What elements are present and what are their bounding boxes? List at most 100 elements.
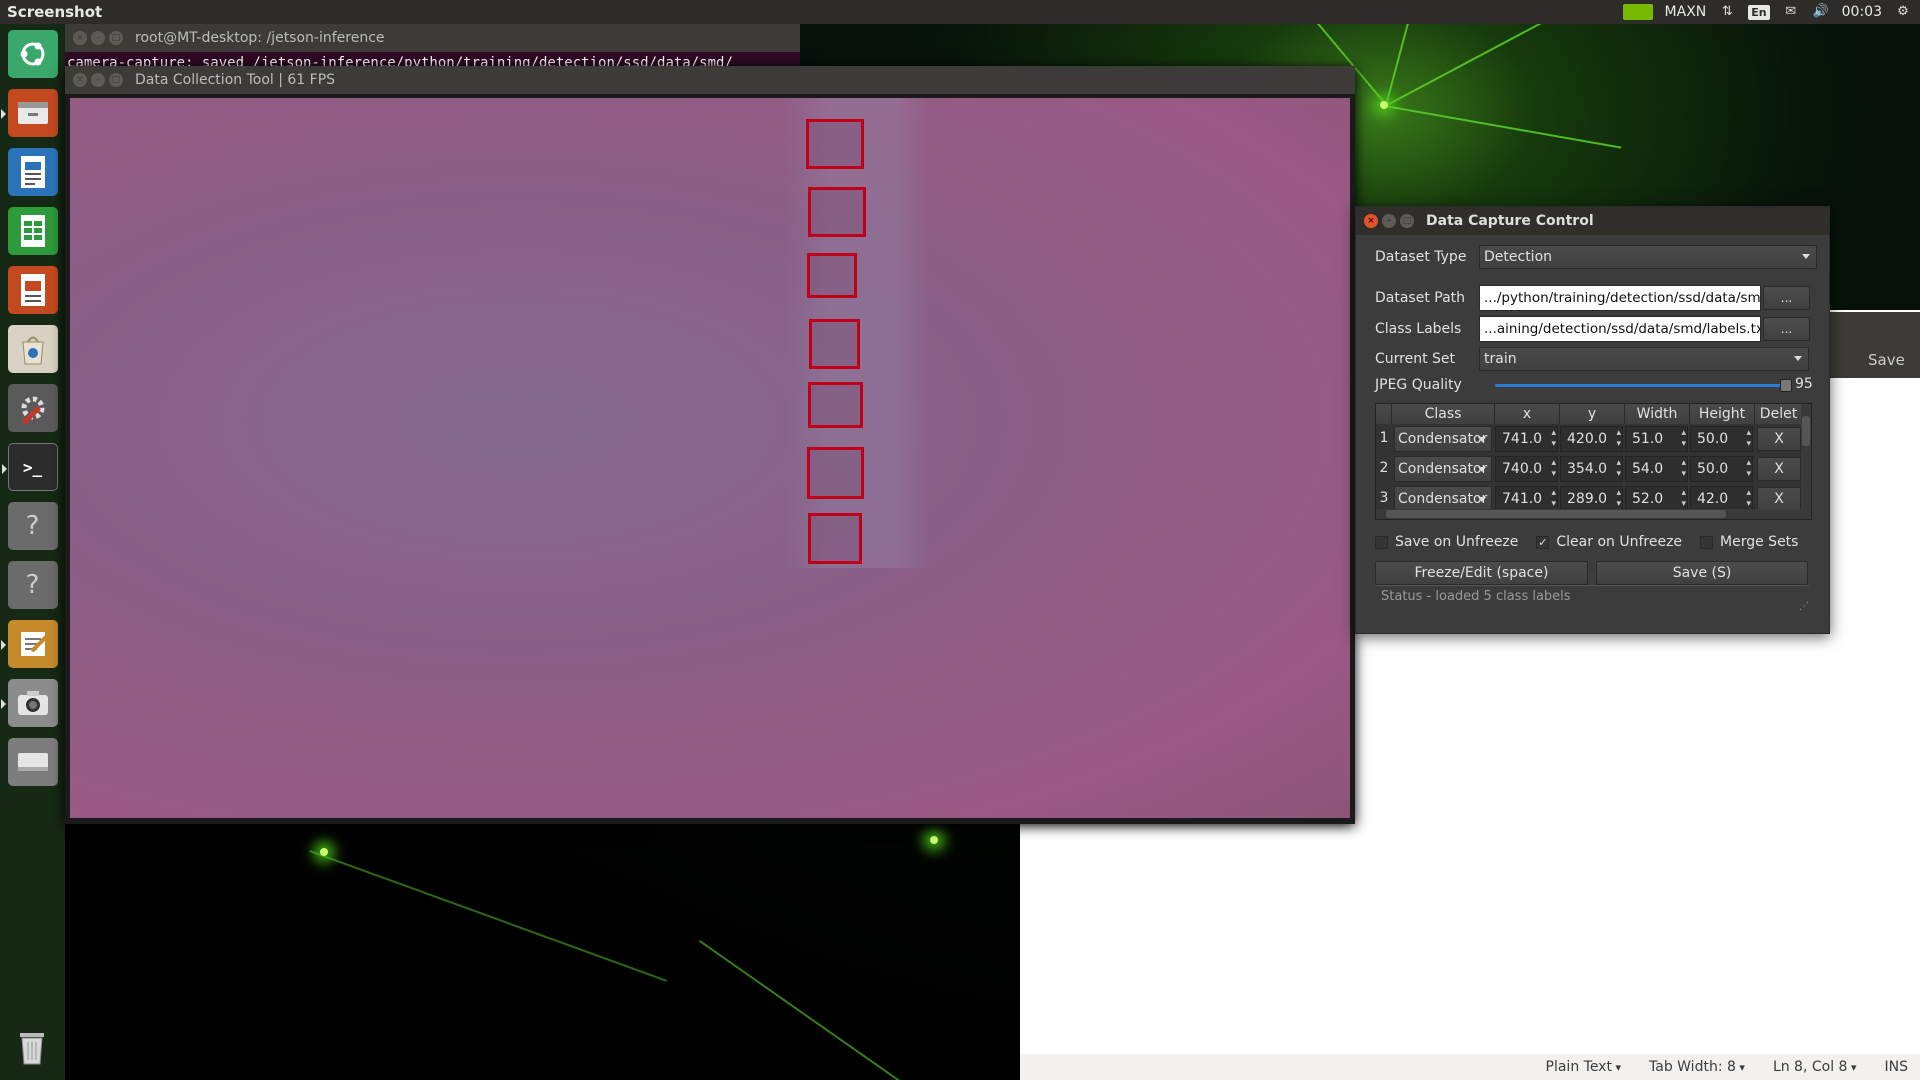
browse-class-labels-button[interactable]: ... — [1763, 317, 1810, 341]
minimize-icon[interactable]: – — [91, 31, 105, 45]
delete-row-button[interactable]: X — [1757, 427, 1801, 451]
delete-row-button[interactable]: X — [1757, 457, 1801, 481]
nvidia-icon[interactable] — [1622, 4, 1653, 20]
save-button[interactable]: Save — [1868, 351, 1905, 369]
system-settings-icon[interactable] — [7, 384, 58, 432]
data-capture-control-window[interactable]: × – □ Data Capture Control Dataset Type … — [1355, 206, 1830, 634]
disk-icon[interactable] — [7, 738, 58, 786]
cursor-position[interactable]: Ln 8, Col 8 — [1773, 1059, 1857, 1075]
calc-icon[interactable] — [7, 207, 58, 255]
camera-feed[interactable] — [70, 98, 1350, 818]
current-set-value: train — [1484, 351, 1517, 367]
top-panel: Screenshot MAXN ⇅ En ✉ 🔊 00:03 ⚙ — [0, 0, 1920, 24]
language-selector[interactable]: Plain Text — [1546, 1059, 1621, 1075]
dataset-path-row: Dataset Path .../python/training/detecti… — [1375, 285, 1810, 311]
bounding-box[interactable] — [806, 119, 864, 169]
width-spinbox[interactable]: 54.0 — [1625, 456, 1688, 482]
checkbox-box[interactable]: ✓ — [1536, 535, 1550, 549]
volume-icon[interactable]: 🔊 — [1812, 4, 1830, 20]
jpeg-quality-value: 95 — [1795, 376, 1813, 392]
class-labels-field[interactable]: ...aining/detection/ssd/data/smd/labels.… — [1479, 316, 1761, 342]
column-header-width[interactable]: Width — [1625, 404, 1690, 424]
jpeg-quality-slider[interactable] — [1495, 384, 1785, 387]
class-labels-label: Class Labels — [1375, 321, 1462, 337]
maximize-icon[interactable]: □ — [109, 73, 123, 87]
keyboard-language-indicator[interactable]: En — [1748, 4, 1770, 20]
close-icon[interactable]: × — [1364, 214, 1378, 228]
column-header-height[interactable]: Height — [1690, 404, 1755, 424]
maximize-icon[interactable]: □ — [1400, 214, 1414, 228]
column-header-class[interactable]: Class — [1392, 404, 1495, 424]
x-spinbox[interactable]: 741.0 — [1495, 426, 1558, 452]
network-icon[interactable]: ⇅ — [1718, 4, 1736, 20]
mail-icon[interactable]: ✉ — [1782, 4, 1800, 20]
terminal-titlebar[interactable]: × – □ root@MT-desktop: /jetson-inference — [65, 24, 800, 52]
trash-icon[interactable] — [7, 1024, 57, 1072]
tab-width-selector[interactable]: Tab Width: 8 — [1649, 1059, 1745, 1075]
table-row: 3 Condensator 741.0 289.0 52.0 42.0 X — [1376, 484, 1803, 512]
freeze-edit-button[interactable]: Freeze/Edit (space) — [1375, 561, 1588, 585]
clear-on-unfreeze-checkbox[interactable]: ✓ Clear on Unfreeze — [1536, 534, 1682, 550]
data-collection-tool-window[interactable]: × – □ Data Collection Tool | 61 FPS — [65, 66, 1355, 824]
unknown-app-icon[interactable]: ? — [7, 502, 58, 550]
table-vertical-scrollbar[interactable] — [1801, 404, 1811, 519]
column-header-y[interactable]: y — [1560, 404, 1625, 424]
bounding-box[interactable] — [809, 319, 860, 369]
data-capture-control-titlebar[interactable]: × – □ Data Capture Control — [1356, 207, 1829, 235]
browse-dataset-path-button[interactable]: ... — [1763, 286, 1810, 310]
column-header-delete[interactable]: Delet — [1755, 404, 1803, 424]
ubuntu-icon[interactable] — [7, 30, 58, 78]
table-row: 1 Condensator 741.0 420.0 51.0 50.0 X — [1376, 424, 1803, 454]
dataset-path-field[interactable]: .../python/training/detection/ssd/data/s… — [1479, 285, 1761, 311]
current-set-combo[interactable]: train — [1479, 347, 1809, 371]
chevron-down-icon — [1794, 356, 1802, 365]
x-spinbox[interactable]: 740.0 — [1495, 456, 1558, 482]
resize-grip-icon[interactable]: ⋰ — [1799, 601, 1809, 612]
bounding-box[interactable] — [808, 513, 862, 564]
jpeg-quality-slider-handle[interactable] — [1780, 379, 1792, 392]
camera-icon[interactable] — [0, 679, 58, 727]
dataset-type-value: Detection — [1484, 249, 1553, 265]
dialog-title: Data Capture Control — [1426, 213, 1594, 229]
class-combo[interactable]: Condensator — [1394, 456, 1492, 482]
save-on-unfreeze-checkbox[interactable]: Save on Unfreeze — [1375, 534, 1518, 550]
bounding-box[interactable] — [808, 187, 866, 237]
detections-table[interactable]: Class x y Width Height Delet 1 Condensat… — [1375, 403, 1812, 520]
checkbox-box[interactable] — [1700, 535, 1714, 549]
class-combo[interactable]: Condensator — [1394, 426, 1492, 452]
minimize-icon[interactable]: – — [91, 73, 105, 87]
dataset-type-combo[interactable]: Detection — [1479, 245, 1817, 269]
merge-sets-checkbox[interactable]: Merge Sets — [1700, 534, 1798, 550]
terminal-icon[interactable]: >_ — [1, 443, 58, 491]
y-spinbox[interactable]: 354.0 — [1560, 456, 1623, 482]
data-collection-tool-titlebar[interactable]: × – □ Data Collection Tool | 61 FPS — [65, 66, 1355, 94]
close-icon[interactable]: × — [73, 73, 87, 87]
dataset-path-label: Dataset Path — [1375, 290, 1466, 306]
impress-icon[interactable] — [7, 266, 58, 314]
dataset-type-label: Dataset Type — [1375, 249, 1467, 265]
table-horizontal-scrollbar[interactable] — [1376, 509, 1803, 519]
clock[interactable]: 00:03 — [1842, 4, 1882, 20]
save-button[interactable]: Save (S) — [1596, 561, 1808, 585]
power-mode-label[interactable]: MAXN — [1665, 4, 1707, 20]
width-spinbox[interactable]: 51.0 — [1625, 426, 1688, 452]
delete-row-button[interactable]: X — [1757, 487, 1801, 511]
minimize-icon[interactable]: – — [1382, 214, 1396, 228]
column-header-x[interactable]: x — [1495, 404, 1560, 424]
checkbox-box[interactable] — [1375, 535, 1388, 549]
maximize-icon[interactable]: □ — [109, 31, 123, 45]
text-editor-icon[interactable] — [0, 620, 58, 668]
unknown-app-icon[interactable]: ? — [7, 561, 58, 609]
current-set-row: Current Set train — [1375, 347, 1809, 371]
files-icon[interactable] — [0, 89, 58, 137]
height-spinbox[interactable]: 50.0 — [1690, 426, 1753, 452]
bounding-box[interactable] — [807, 447, 864, 499]
bounding-box[interactable] — [808, 382, 863, 428]
gear-icon[interactable]: ⚙ — [1894, 4, 1912, 20]
height-spinbox[interactable]: 50.0 — [1690, 456, 1753, 482]
writer-icon[interactable] — [7, 148, 58, 196]
software-center-icon[interactable] — [7, 325, 58, 373]
bounding-box[interactable] — [807, 253, 857, 298]
y-spinbox[interactable]: 420.0 — [1560, 426, 1623, 452]
close-icon[interactable]: × — [73, 31, 87, 45]
